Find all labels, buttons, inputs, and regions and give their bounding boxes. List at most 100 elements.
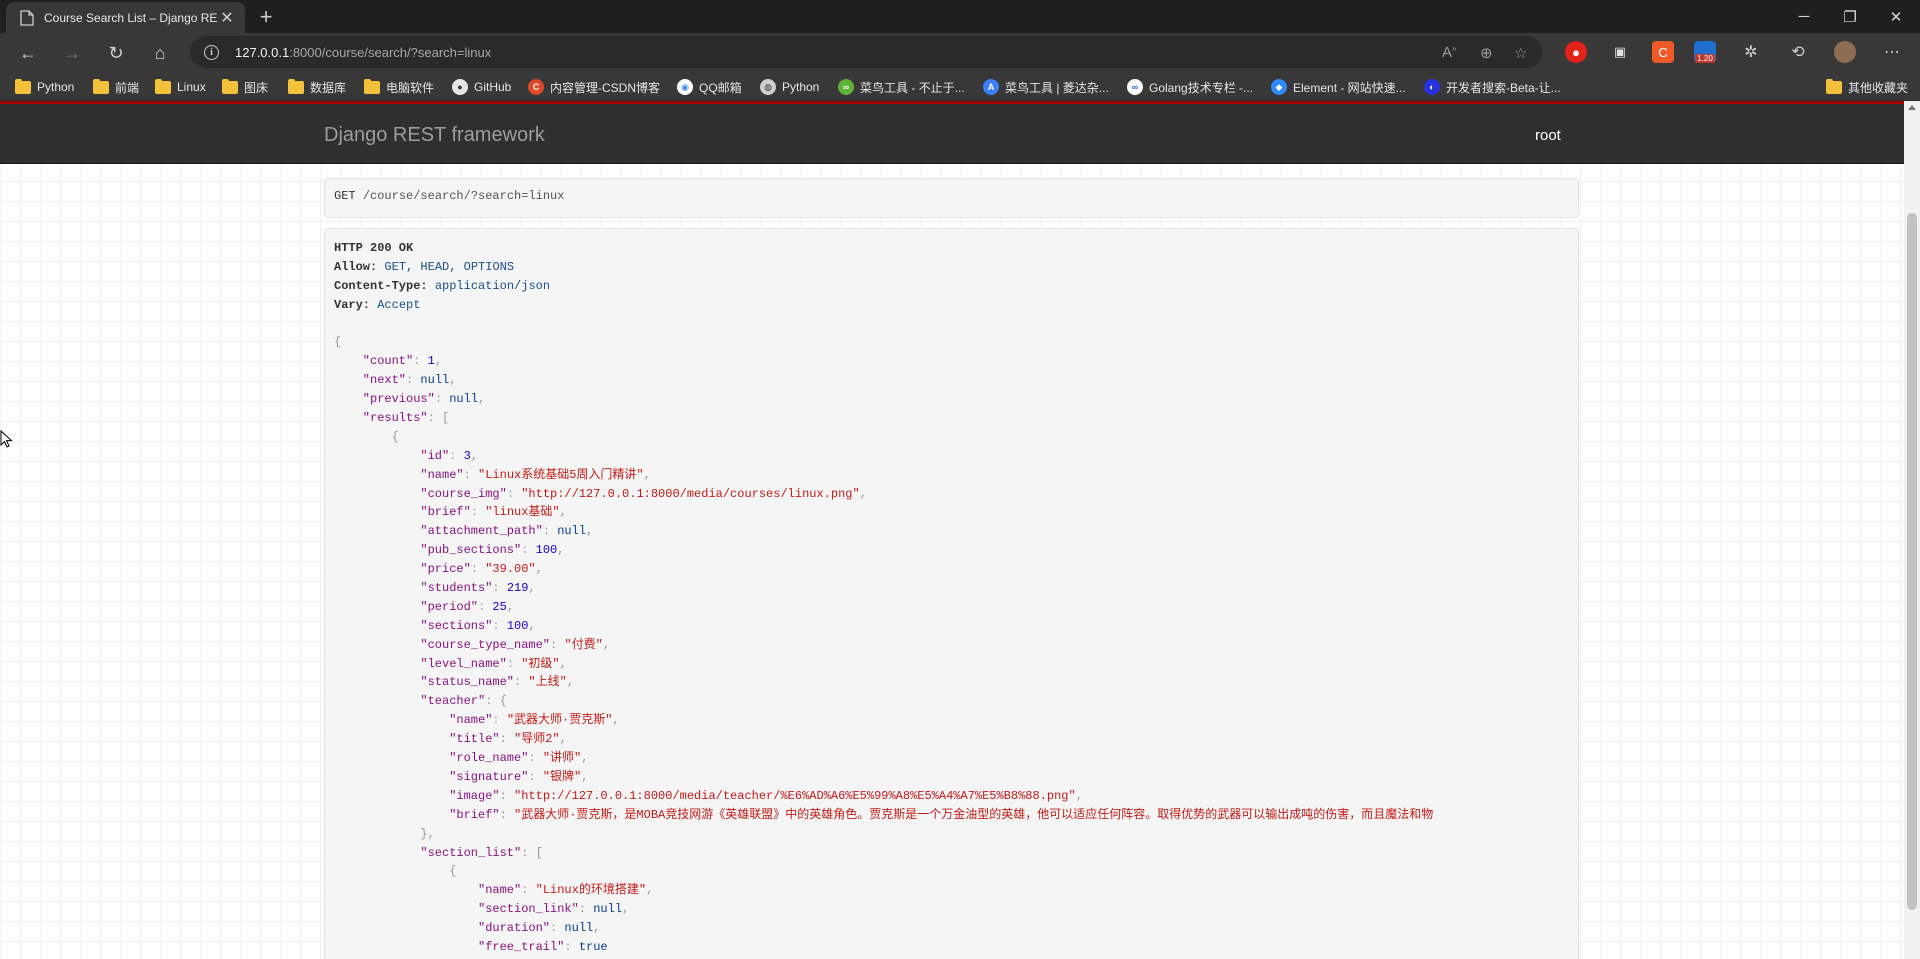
page-scrollbar[interactable] <box>1904 101 1920 959</box>
bookmark-item[interactable]: ◆ Element - 网站快速... <box>1271 77 1406 97</box>
json-token: , <box>622 902 630 917</box>
json-token: , <box>559 656 567 671</box>
json-token: "id" <box>420 448 450 463</box>
json-token: : <box>413 354 428 369</box>
favorite-add-icon[interactable]: ☆ <box>1514 44 1527 62</box>
json-line: "section_list": [ <box>334 844 1569 863</box>
json-token: }, <box>420 826 435 841</box>
json-token: "period" <box>420 599 478 614</box>
json-token: null <box>449 392 479 407</box>
bookmark-label: 图床 <box>244 80 269 95</box>
json-token: : <box>499 788 515 803</box>
bookmark-item[interactable]: ◐ 开发者搜索-Beta-让... <box>1424 77 1561 97</box>
home-icon[interactable]: ⌂ <box>147 40 173 66</box>
bookmark-item[interactable]: Linux <box>155 77 206 97</box>
json-line: "next": null, <box>334 371 1569 390</box>
json-line: "count": 1, <box>334 352 1569 371</box>
json-line: "brief": "武器大师·贾克斯，是MOBA竞技网游《英雄联盟》中的英雄角色… <box>334 806 1569 825</box>
extensions-puzzle-icon[interactable]: ✲ <box>1740 41 1762 63</box>
scrollbar-thumb[interactable] <box>1907 213 1917 910</box>
json-token: "http://127.0.0.1:8000/media/teacher/%E6… <box>514 788 1076 803</box>
address-bar[interactable]: i 127.0.0.1:8000/course/search/?search=l… <box>190 36 1542 68</box>
json-token: 219 <box>506 581 529 596</box>
bookmark-item[interactable]: Python <box>15 77 74 97</box>
minimize-icon[interactable]: ─ <box>1781 0 1827 33</box>
history-icon[interactable]: ⟲ <box>1787 41 1809 63</box>
user-menu[interactable]: root <box>1535 127 1561 144</box>
json-token: { <box>449 864 457 879</box>
json-token: "level_name" <box>420 656 507 671</box>
browser-toolbar: ← → ↻ ⌂ i 127.0.0.1:8000/course/search/?… <box>0 33 1920 72</box>
other-bookmarks-label: 其他收藏夹 <box>1848 80 1909 95</box>
browser-tab[interactable]: Course Search List – Django REST ✕ <box>6 2 245 33</box>
json-line: "duration": null, <box>334 919 1569 938</box>
bookmark-item[interactable]: ◉ QQ邮箱 <box>677 77 742 97</box>
json-token: : <box>470 562 486 577</box>
bookmark-item[interactable]: 前端 <box>93 77 139 97</box>
bookmark-item[interactable]: C 内容管理-CSDN博客 <box>528 77 660 97</box>
close-tab-icon[interactable]: ✕ <box>217 8 237 28</box>
read-aloud-icon[interactable]: A» <box>1442 44 1456 61</box>
site-info-icon[interactable]: i <box>204 44 219 60</box>
back-icon[interactable]: ← <box>15 40 41 66</box>
extension-badge-icon[interactable]: 1.20 <box>1694 41 1716 63</box>
json-token: , <box>586 524 594 539</box>
other-bookmarks[interactable]: 其他收藏夹 <box>1826 77 1908 97</box>
restore-icon[interactable]: ❐ <box>1827 0 1873 33</box>
json-token: "讲师" <box>542 751 582 766</box>
json-token: "free_trail" <box>478 939 565 954</box>
json-token: : <box>478 599 493 614</box>
folder-icon <box>288 78 304 95</box>
json-token: , <box>470 448 479 463</box>
bookmark-item[interactable]: 图床 <box>222 77 268 97</box>
json-token: : <box>528 751 543 766</box>
window-close-icon[interactable]: ✕ <box>1873 0 1919 33</box>
json-line: "pub_sections": 100, <box>334 541 1569 560</box>
bookmark-label: QQ邮箱 <box>699 80 742 95</box>
json-token: , <box>581 769 589 784</box>
bookmark-item[interactable]: A 菜鸟工具 | 菱达杂... <box>983 77 1109 97</box>
new-tab-icon[interactable]: + <box>254 5 278 29</box>
json-token: , <box>528 581 536 596</box>
runoob-icon: ∞ <box>838 79 854 95</box>
json-line: "students": 219, <box>334 579 1569 598</box>
profile-avatar[interactable] <box>1834 41 1856 63</box>
json-token: "银牌" <box>542 769 582 784</box>
json-token: , <box>528 618 536 633</box>
bookmark-item[interactable]: ● GitHub <box>452 77 511 97</box>
scroll-up-icon[interactable] <box>1908 105 1916 110</box>
json-token: : <box>449 448 464 463</box>
extension-mask-icon[interactable]: ▣ <box>1609 41 1631 63</box>
csdn-extension-icon[interactable]: C <box>1652 41 1674 63</box>
json-token: "name" <box>449 713 493 728</box>
golang-icon: ∞ <box>1127 79 1143 95</box>
bookmark-item[interactable]: 数据库 <box>288 77 346 97</box>
json-token: "results" <box>362 411 428 426</box>
folder-icon <box>222 78 238 95</box>
json-token: : <box>499 732 515 747</box>
json-token: : [ <box>427 411 450 426</box>
json-token: "武器大师·贾克斯" <box>506 713 613 728</box>
json-token: , <box>643 467 651 482</box>
bookmark-label: 电脑软件 <box>386 80 435 95</box>
json-line: "name": "Linux系统基础5周入门精讲", <box>334 466 1569 485</box>
json-line: "attachment_path": null, <box>334 522 1569 541</box>
response-info: HTTP 200 OK Allow: GET, HEAD, OPTIONS Con… <box>324 228 1579 959</box>
json-token: "role_name" <box>449 751 529 766</box>
zoom-icon[interactable]: ⊕ <box>1480 44 1493 62</box>
forward-icon[interactable]: → <box>59 40 85 66</box>
extension-red-icon[interactable]: ● <box>1565 41 1587 63</box>
json-token: : <box>506 486 522 501</box>
json-token: , <box>859 486 867 501</box>
reload-icon[interactable]: ↻ <box>103 40 129 66</box>
more-menu-icon[interactable]: ⋯ <box>1881 41 1903 63</box>
brand-link[interactable]: Django REST framework <box>324 124 545 147</box>
mouse-cursor-icon <box>0 430 13 448</box>
bookmark-item[interactable]: ∞ 菜鸟工具 - 不止于... <box>838 77 965 97</box>
bookmark-item[interactable]: ∞ Golang技术专栏 -... <box>1127 77 1253 97</box>
json-token: "初级" <box>521 656 560 671</box>
json-token: "brief" <box>449 807 500 822</box>
json-token: "teacher" <box>420 694 486 709</box>
bookmark-item[interactable]: 电脑软件 <box>364 77 434 97</box>
bookmark-item[interactable]: ◍ Python <box>760 77 819 97</box>
